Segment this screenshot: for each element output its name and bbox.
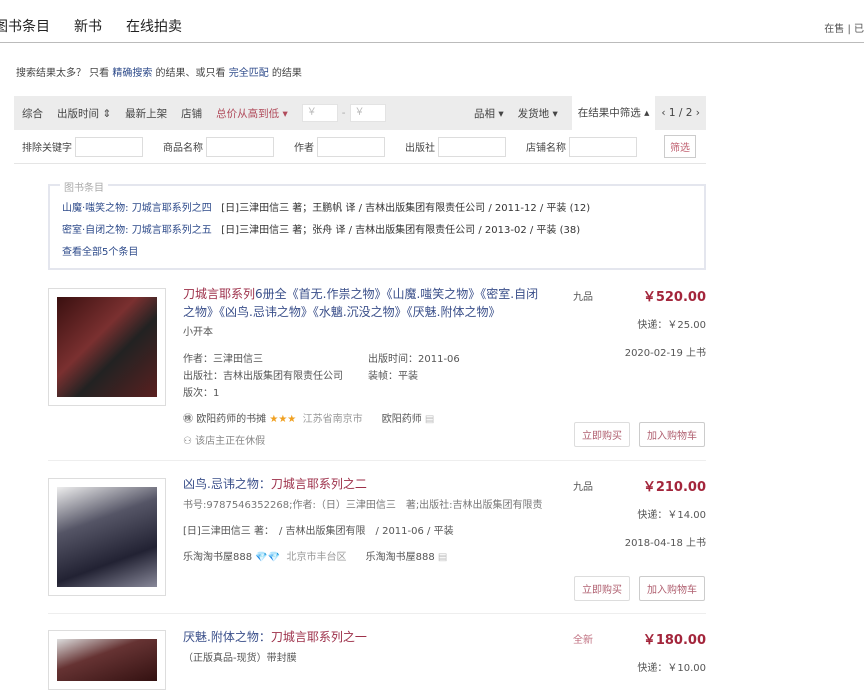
hint-text: 的结果 — [269, 68, 302, 79]
entry-info: [日]三津田信三 著；张舟 译 / 吉林出版集团有限责任公司 / 2013-02… — [221, 225, 580, 236]
search-hint: 搜索结果太多？ 只看 精确搜索 的结果、或只看 完全匹配 的结果 — [16, 64, 302, 79]
diamond-badges: 💎💎 — [255, 552, 280, 563]
product-name-label: 商品名称 — [163, 139, 203, 154]
product-edition: 版次：1 — [183, 384, 219, 399]
top-nav: 图书条目 新书 在线拍卖 — [0, 16, 206, 36]
product-price: ￥210.00 — [586, 476, 706, 495]
sort-shop[interactable]: 店铺 — [181, 106, 202, 121]
product-author: 作者：三津田信三 — [183, 350, 263, 365]
shop-name-input[interactable] — [569, 137, 637, 157]
nav-new-books[interactable]: 新书 — [74, 19, 102, 35]
filter-row: 排除关键字 商品名称 作者 出版社 店铺名称 筛选 — [14, 130, 706, 164]
sort-bar: 综合 出版时间 ⇕ 最新上架 店铺 总价从高到低 ▾ ￥-￥ 品相 ▾ 发货地 … — [14, 96, 706, 130]
add-to-cart-button[interactable]: 加入购物车 — [639, 576, 705, 601]
author-label: 作者 — [294, 139, 314, 154]
seller-name[interactable]: 乐淘淘书屋888 — [366, 552, 435, 563]
product-title-link[interactable]: 凶鸟.忌讳之物：刀城言耶系列之二 — [183, 475, 367, 493]
product-title-link[interactable]: 厌魅.附体之物：刀城言耶系列之一 — [183, 628, 367, 646]
exclude-keyword-input[interactable] — [75, 137, 143, 157]
sort-newest[interactable]: 最新上架 — [125, 106, 167, 121]
divider — [48, 460, 706, 461]
product-publisher: 出版社：吉林出版集团有限责任公司 — [183, 367, 343, 382]
sort-price-desc[interactable]: 总价从高到低 ▾ — [216, 106, 288, 121]
product-name-input[interactable] — [206, 137, 274, 157]
entry-row: 密室·自闭之物: 刀城言耶系列之五 [日]三津田信三 著；张舟 译 / 吉林出版… — [62, 220, 692, 242]
product-subtitle: 小开本 — [183, 323, 213, 338]
shop-icon: ㊑ — [183, 414, 193, 425]
shipping-fee: 快递：￥10.00 — [566, 659, 706, 674]
shop-name-label: 店铺名称 — [526, 139, 566, 154]
nav-auction[interactable]: 在线拍卖 — [126, 19, 182, 35]
entries-legend: 图书条目 — [60, 178, 108, 200]
price-max-input[interactable]: ￥ — [350, 104, 386, 122]
exact-search-link[interactable]: 精确搜索 — [112, 68, 152, 79]
chat-icon[interactable]: ▤ — [425, 414, 434, 425]
hint-text: 的结果、或只看 — [152, 68, 228, 79]
book-entries-box: 图书条目 山魔·嗤笑之物: 刀城言耶系列之四 [日]三津田信三 著；王鹏帆 译 … — [48, 184, 706, 270]
product-subtitle: 书号:9787546352268;作者:（日）三津田信三 著;出版社:吉林出版集… — [183, 496, 543, 511]
shop-link[interactable]: 乐淘淘书屋888 — [183, 552, 252, 563]
listed-date: 2018-04-18 上书 — [566, 534, 706, 549]
price-dash: - — [342, 107, 346, 119]
divider — [48, 613, 706, 614]
sort-default[interactable]: 综合 — [22, 106, 43, 121]
product-price: ￥520.00 — [586, 286, 706, 305]
product-pubdate: 出版时间：2011-06 — [368, 350, 460, 365]
nav-divider — [0, 42, 864, 43]
publisher-label: 出版社 — [405, 139, 435, 154]
ship-from-dropdown[interactable]: 发货地 ▾ — [518, 106, 558, 121]
shipping-fee: 快递：￥14.00 — [566, 506, 706, 521]
nav-book-entries[interactable]: 图书条目 — [0, 19, 50, 35]
shop-location: 江苏省南京市 — [303, 414, 363, 425]
add-to-cart-button[interactable]: 加入购物车 — [639, 422, 705, 447]
product-price: ￥180.00 — [586, 629, 706, 648]
vacation-notice: ⚇ 该店主正在休假 — [183, 432, 265, 447]
people-icon: ⚇ — [183, 436, 192, 447]
view-all-entries-link[interactable]: 查看全部5个条目 — [62, 247, 138, 258]
listed-date: 2020-02-19 上书 — [566, 344, 706, 359]
shop-link[interactable]: 欧阳药师的书摊 — [196, 414, 266, 425]
product-title-link[interactable]: 刀城言耶系列6册全《首无.作祟之物》《山魔.嗤笑之物》《密室.自闭之物》《凶鸟.… — [183, 285, 543, 321]
exclude-keyword-label: 排除关键字 — [22, 139, 72, 154]
full-match-link[interactable]: 完全匹配 — [229, 68, 269, 79]
filter-button[interactable]: 筛选 — [664, 135, 696, 158]
shop-row: ㊑ 欧阳药师的书摊 ★★★ 江苏省南京市 欧阳药师 ▤ — [183, 410, 434, 425]
buy-now-button[interactable]: 立即购买 — [574, 422, 630, 447]
shop-row: 乐淘淘书屋888 💎💎 北京市丰台区 乐淘淘书屋888 ▤ — [183, 548, 447, 563]
entry-link[interactable]: 密室·自闭之物: 刀城言耶系列之五 — [62, 225, 212, 236]
product-image[interactable] — [48, 478, 166, 596]
rating-stars: ★★★ — [269, 414, 296, 425]
pagination[interactable]: ‹ 1 / 2 › — [661, 107, 700, 119]
product-binding: 装帧：平装 — [368, 367, 418, 382]
condition-dropdown[interactable]: 品相 ▾ — [474, 106, 504, 121]
product-info: [日]三津田信三 著： / 吉林出版集团有限 / 2011-06 / 平装 — [183, 522, 454, 537]
seller-name[interactable]: 欧阳药师 — [382, 414, 422, 425]
chat-icon[interactable]: ▤ — [438, 552, 447, 563]
shipping-fee: 快递：￥25.00 — [566, 316, 706, 331]
author-input[interactable] — [317, 137, 385, 157]
entry-info: [日]三津田信三 著；王鹏帆 译 / 吉林出版集团有限责任公司 / 2011-1… — [221, 203, 590, 214]
product-image[interactable] — [48, 630, 166, 690]
product-subtitle: （正版真品-现货）带封膜 — [183, 649, 297, 664]
filter-in-results-tab[interactable]: 在结果中筛选 ▴ — [572, 96, 656, 130]
buy-now-button[interactable]: 立即购买 — [574, 576, 630, 601]
publisher-input[interactable] — [438, 137, 506, 157]
entry-row: 山魔·嗤笑之物: 刀城言耶系列之四 [日]三津田信三 著；王鹏帆 译 / 吉林出… — [62, 198, 692, 220]
price-min-input[interactable]: ￥ — [302, 104, 338, 122]
sale-status-toggle[interactable]: 在售 | 已 — [824, 20, 864, 35]
hint-text: 搜索结果太多？ 只看 — [16, 68, 112, 79]
sort-pubdate[interactable]: 出版时间 ⇕ — [57, 106, 111, 121]
shop-location: 北京市丰台区 — [287, 552, 347, 563]
entry-link[interactable]: 山魔·嗤笑之物: 刀城言耶系列之四 — [62, 203, 212, 214]
product-image[interactable] — [48, 288, 166, 406]
